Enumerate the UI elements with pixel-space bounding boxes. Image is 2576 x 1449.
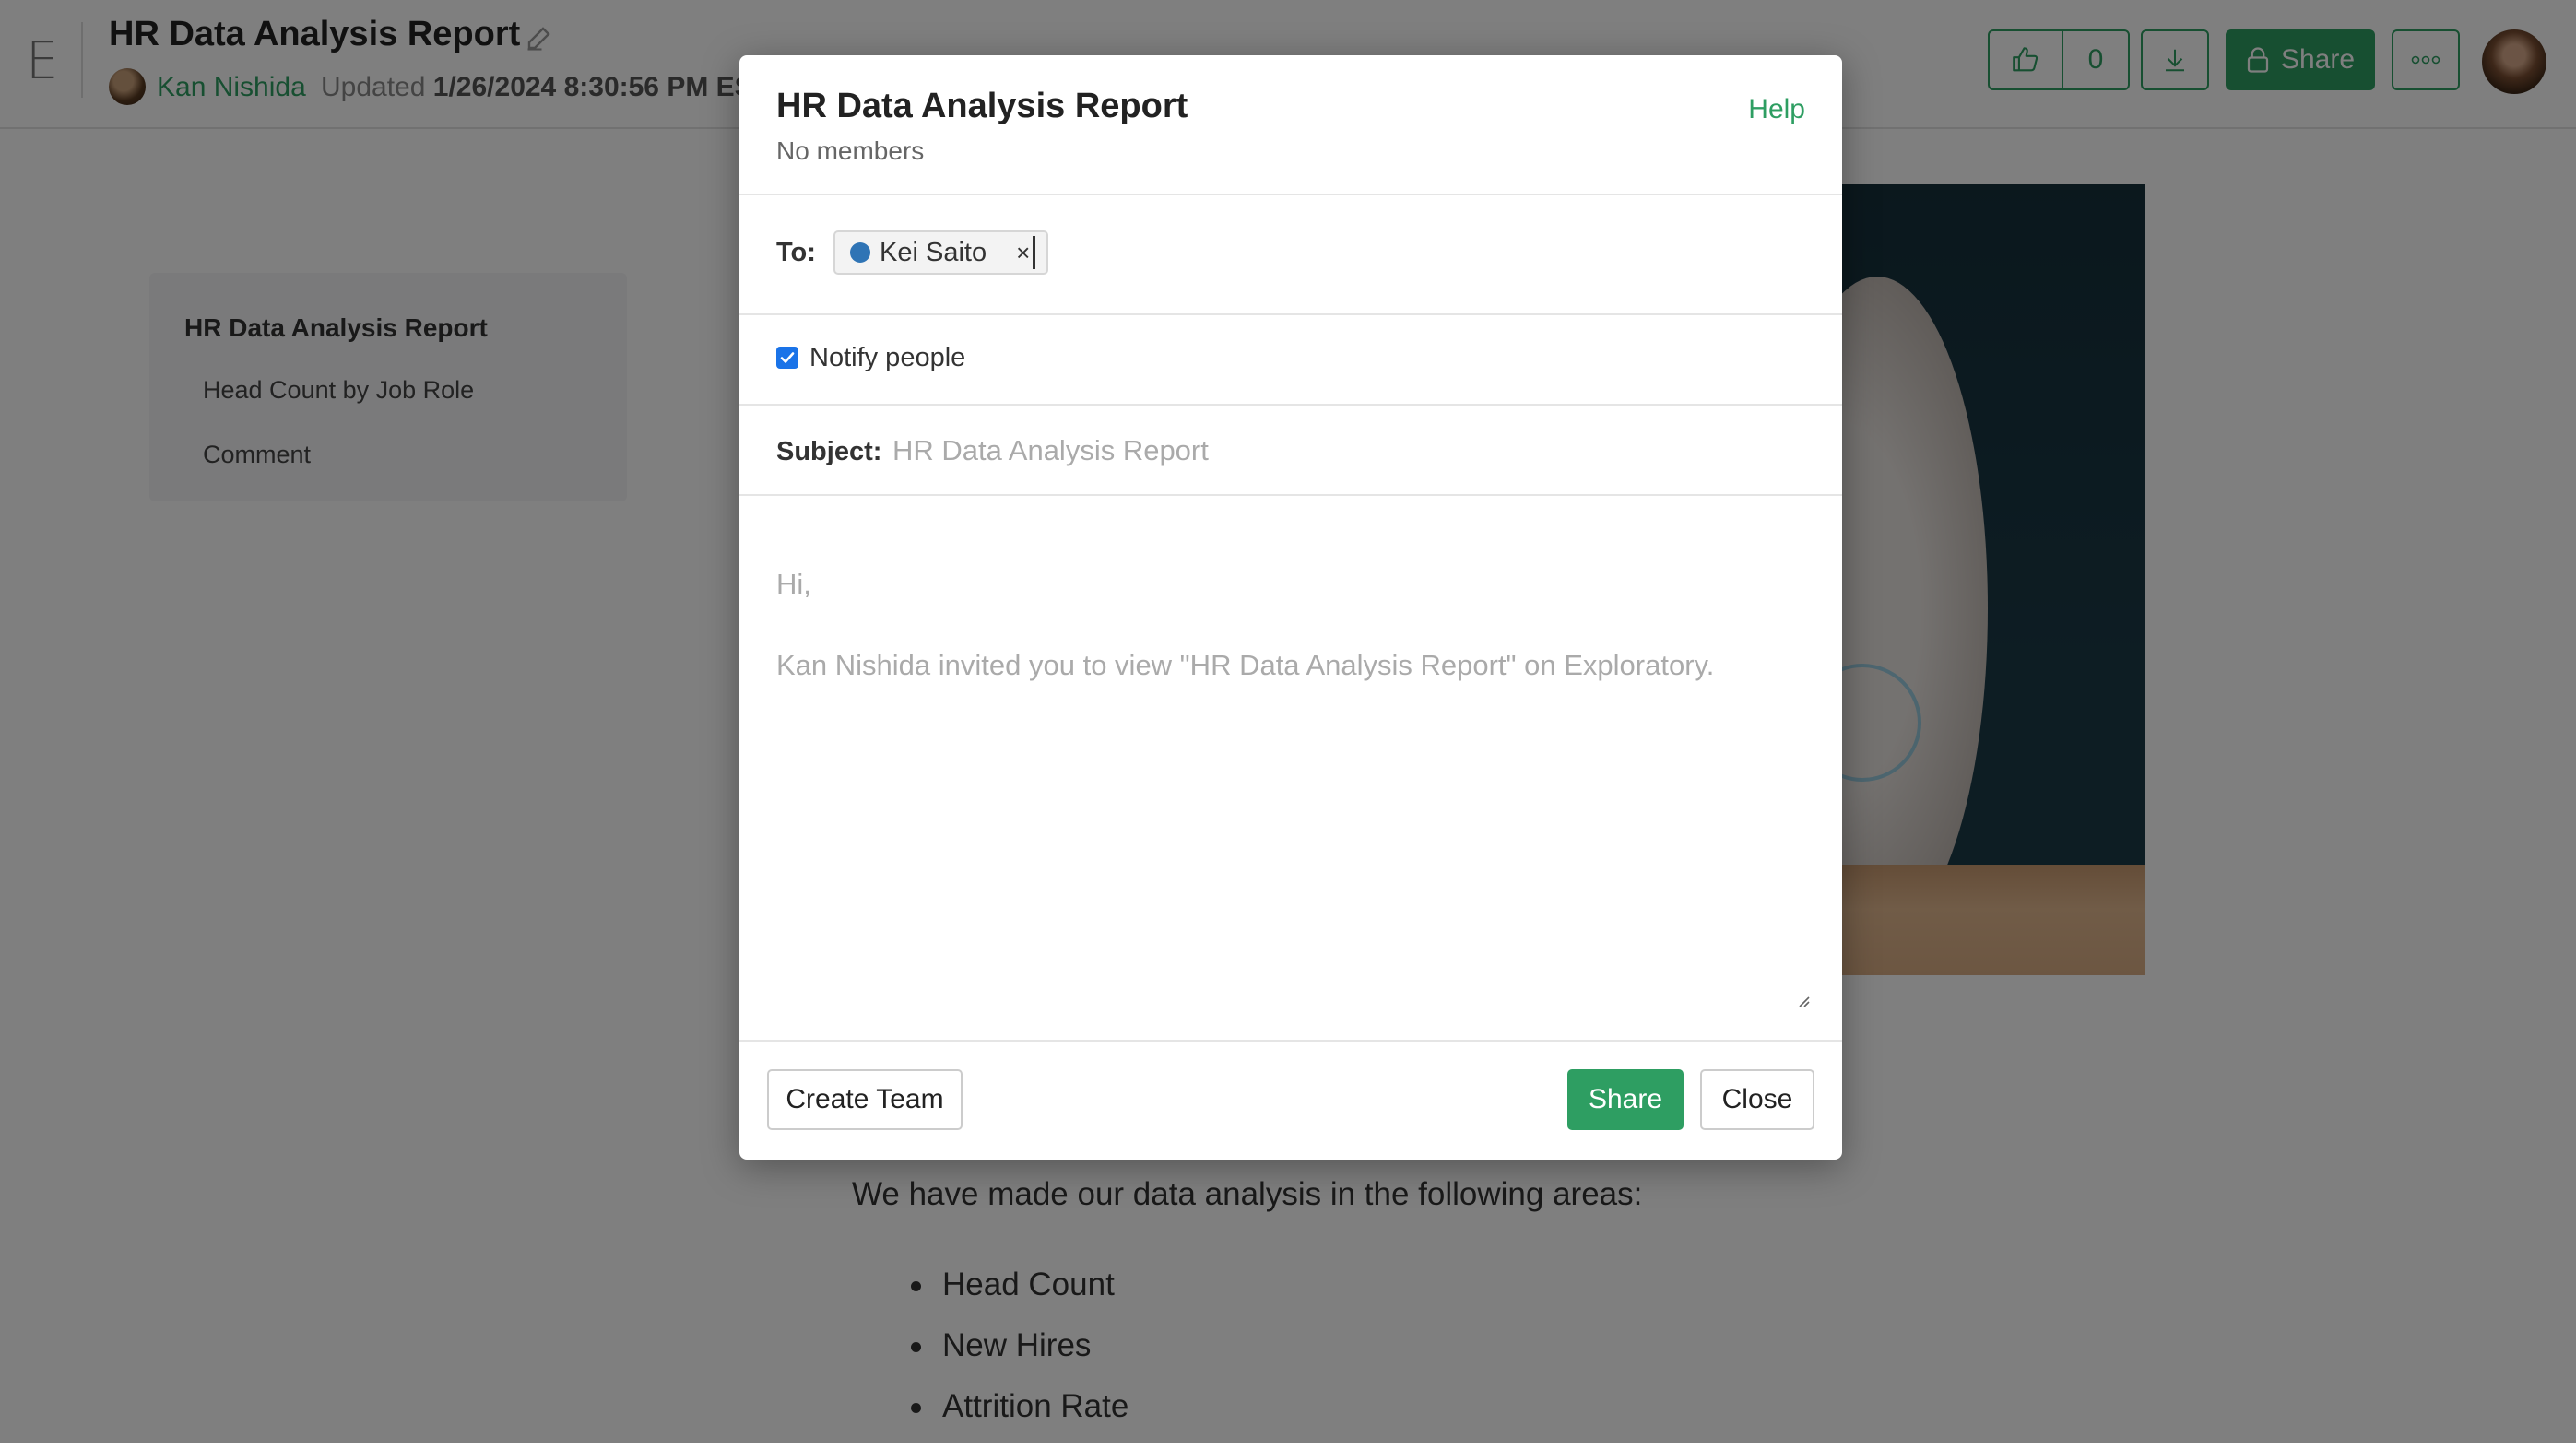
divider bbox=[739, 494, 1842, 496]
share-dialog: HR Data Analysis Report No members Help … bbox=[739, 55, 1842, 1160]
resize-handle-icon[interactable] bbox=[1796, 994, 1811, 1008]
subject-input[interactable] bbox=[892, 428, 1796, 474]
recipient-input[interactable] bbox=[1033, 236, 1035, 269]
divider bbox=[739, 313, 1842, 315]
close-button[interactable]: Close bbox=[1700, 1069, 1814, 1130]
create-team-button[interactable]: Create Team bbox=[767, 1069, 963, 1130]
subject-label: Subject: bbox=[776, 437, 882, 466]
recipient-token: Kei Saito × bbox=[833, 230, 1049, 275]
checkmark-icon bbox=[780, 352, 795, 363]
recipient-name: Kei Saito bbox=[880, 237, 987, 267]
remove-recipient-icon[interactable]: × bbox=[1016, 239, 1030, 267]
message-textarea[interactable] bbox=[776, 564, 1805, 1054]
dialog-members-status: No members bbox=[776, 136, 925, 165]
divider bbox=[739, 404, 1842, 406]
notify-label[interactable]: Notify people bbox=[809, 343, 965, 373]
to-label: To: bbox=[776, 238, 816, 267]
divider bbox=[739, 1040, 1842, 1042]
dialog-title: HR Data Analysis Report bbox=[776, 87, 1188, 125]
dialog-share-button[interactable]: Share bbox=[1567, 1069, 1684, 1130]
help-link[interactable]: Help bbox=[1748, 94, 1805, 125]
divider bbox=[739, 194, 1842, 195]
notify-checkbox[interactable] bbox=[776, 347, 798, 369]
recipient-dot-icon bbox=[850, 242, 870, 263]
